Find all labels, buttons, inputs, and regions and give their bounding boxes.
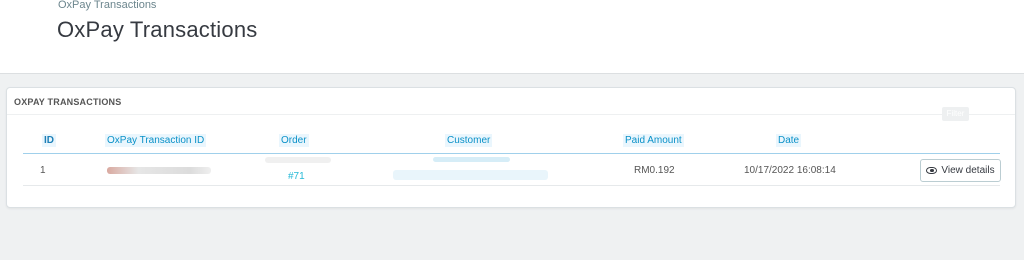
table-row[interactable]: 1 #71 RM0.192 10/17/2022 16:08:14 View d…	[23, 154, 1001, 186]
eye-icon	[926, 167, 938, 174]
paid-amount: RM0.192	[634, 165, 675, 176]
column-header-date[interactable]: Date	[776, 134, 802, 147]
transaction-id-redacted	[107, 167, 211, 174]
panel-heading: OXPAY TRANSACTIONS	[7, 88, 1015, 115]
order-link[interactable]: #71	[288, 171, 305, 182]
column-header-customer[interactable]: Customer	[445, 134, 493, 147]
column-header-order[interactable]: Order	[279, 134, 309, 147]
filter-button[interactable]: Filter	[942, 107, 969, 121]
column-header-id[interactable]: ID	[42, 134, 56, 147]
page-title: OxPay Transactions	[57, 17, 258, 42]
customer-email-redacted[interactable]	[393, 170, 548, 180]
column-header-paid-amount[interactable]: Paid Amount	[623, 134, 684, 147]
column-header-transaction-id[interactable]: OxPay Transaction ID	[105, 134, 207, 147]
transaction-date: 10/17/2022 16:08:14	[744, 165, 836, 176]
table-header: ID OxPay Transaction ID Order Customer P…	[23, 124, 1000, 154]
view-details-button[interactable]: View details	[920, 159, 1001, 182]
row-id: 1	[40, 165, 46, 176]
order-reference-redacted	[265, 157, 331, 163]
page-header: OxPay Transactions OxPay Transactions	[0, 0, 1024, 74]
panel-title: OXPAY TRANSACTIONS	[14, 97, 122, 107]
customer-name-redacted	[433, 157, 510, 162]
view-details-label: View details	[941, 165, 995, 176]
breadcrumb[interactable]: OxPay Transactions	[58, 0, 156, 11]
transactions-panel: OXPAY TRANSACTIONS Filter ID OxPay Trans…	[6, 87, 1016, 208]
